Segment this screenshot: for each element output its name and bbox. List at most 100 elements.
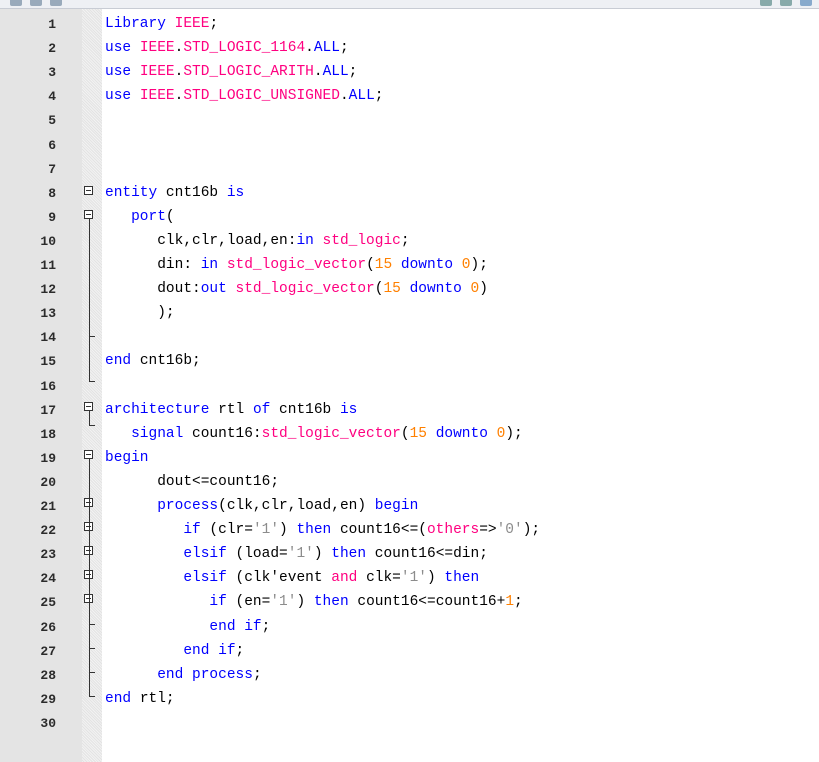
code-token: use [105,40,140,57]
code-token: ) [479,281,488,298]
code-token: 15 [374,257,401,273]
code-token: rtl [218,401,253,418]
code-token: ( [366,257,375,273]
code-line[interactable]: clk,clr,load,en:in std_logic; [105,232,410,250]
save-icon[interactable] [50,0,62,6]
code-token: end [105,353,140,370]
code-line[interactable]: dout<=count16; [105,474,279,491]
new-file-icon[interactable] [10,0,22,6]
code-token: ; [209,16,219,32]
code-token: ALL [348,88,375,105]
code-line[interactable]: begin [105,450,149,467]
code-token: STD_LOGIC_UNSIGNED [183,88,340,105]
collapse-icon[interactable] [84,450,93,459]
code-token: if [105,522,210,539]
fold-line [89,411,90,425]
code-token: in [200,257,227,273]
line-number: 24 [40,571,56,587]
code-token: count16<=( [339,522,427,539]
code-token: dout<=count16; [105,473,280,490]
toolbar-icon[interactable] [760,0,772,6]
code-token: if [105,594,236,611]
code-line[interactable]: if (en='1') then count16<=count16+1; [105,594,523,611]
toolbar [0,0,819,9]
code-token: 1 [505,594,515,611]
code-token: STD_LOGIC_1164 [183,40,306,57]
code-token: ); [105,305,175,322]
fold-end [89,336,95,337]
code-line[interactable]: end if; [105,643,244,660]
code-line[interactable]: din: in std_logic_vector(15 downto 0); [105,257,488,274]
code-token: ) [296,594,314,611]
code-line[interactable]: ); [105,305,175,322]
code-token: ALL [322,64,349,81]
code-token: out [200,281,236,298]
line-number: 3 [48,65,56,81]
code-line[interactable]: use IEEE.STD_LOGIC_ARITH.ALL; [105,64,357,81]
code-line[interactable]: process(clk,clr,load,en) begin [105,498,418,515]
code-token: 15 [383,281,410,298]
line-number: 12 [40,282,56,298]
code-token: ; [400,232,410,249]
collapse-icon[interactable] [84,186,93,195]
code-token: ) [313,546,332,563]
code-token: . [313,64,323,81]
line-number: 6 [48,137,56,153]
open-file-icon[interactable] [30,0,42,6]
code-token: ; [374,88,384,105]
collapse-icon[interactable] [84,210,93,219]
line-number: 17 [40,402,56,418]
code-line[interactable]: signal count16:std_logic_vector(15 downt… [105,426,523,443]
toolbar-icon[interactable] [800,0,812,6]
code-token: (en= [235,594,271,611]
code-line[interactable]: end cnt16b; [105,353,201,370]
code-token: '0' [496,522,523,539]
code-token: ; [514,594,523,611]
code-line[interactable]: architecture rtl of cnt16b is [105,402,357,419]
collapse-icon[interactable] [84,402,93,411]
line-number: 9 [48,209,56,225]
code-token: IEEE [174,16,210,32]
code-token: in [296,232,323,249]
code-line[interactable]: Library IEEE; [105,16,218,33]
code-line[interactable]: dout:out std_logic_vector(15 downto 0) [105,281,488,298]
code-token: . [339,88,349,105]
line-number: 21 [40,499,56,514]
code-line[interactable]: entity cnt16b is [105,185,244,202]
code-token: => [479,522,497,539]
code-token: IEEE [139,64,175,81]
line-number: 27 [40,643,56,659]
code-line[interactable]: end if; [105,619,270,636]
code-token: end if [105,618,262,635]
line-number: 29 [40,691,56,707]
code-line[interactable]: elsif (clk'event and clk='1') then [105,570,479,587]
code-token: count16<=din; [374,546,488,563]
code-token: process [105,498,219,514]
code-token: (load= [235,546,288,563]
line-number: 30 [40,715,56,731]
code-line[interactable]: elsif (load='1') then count16<=din; [105,546,488,563]
line-number: 11 [40,258,56,273]
code-token: begin [105,449,149,466]
code-token: (clr= [209,522,253,539]
code-line[interactable]: use IEEE.STD_LOGIC_UNSIGNED.ALL; [105,88,383,105]
toolbar-icon[interactable] [780,0,792,6]
code-line[interactable]: port( [105,209,175,226]
code-line[interactable]: end rtl; [105,691,175,708]
code-token: others [426,522,480,539]
code-token: ; [252,666,262,683]
fold-line [89,219,90,381]
line-number: 20 [40,474,56,490]
code-token: 0 [496,425,506,442]
code-token: downto [435,425,497,442]
code-token: 0 [461,257,471,273]
code-token: cnt16b [279,401,340,418]
line-number: 2 [48,41,56,57]
line-number: 28 [40,667,56,683]
fold-end [89,648,95,649]
code-line[interactable]: end process; [105,666,262,684]
code-line[interactable]: if (clr='1') then count16<=(others=>'0')… [105,522,540,539]
code-token: begin [374,498,419,514]
code-token: end if [105,642,236,659]
code-line[interactable]: use IEEE.STD_LOGIC_1164.ALL; [105,40,349,57]
